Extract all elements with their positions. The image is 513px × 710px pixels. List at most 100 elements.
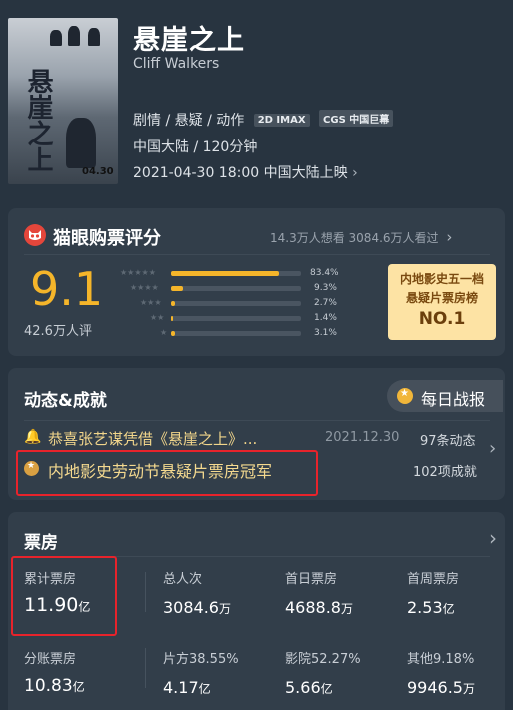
medal-icon: ★ bbox=[397, 388, 413, 404]
rating-bar-1 bbox=[171, 331, 301, 336]
rating-raters: 42.6万人评 bbox=[24, 324, 92, 339]
achievement-row[interactable]: ★ 内地影史劳动节悬疑片票房冠军 102项成就 bbox=[24, 458, 489, 481]
news-text: 恭喜张艺谋凭借《悬崖之上》... bbox=[48, 430, 258, 448]
stat-unit: 万 bbox=[218, 602, 231, 616]
stat-value-split-boxoffice: 10.83亿 bbox=[24, 676, 85, 696]
rating-pct-3: 2.7% bbox=[314, 298, 337, 308]
achievement-count: 102项成就 bbox=[413, 465, 477, 480]
divider bbox=[24, 254, 490, 255]
five-star-icon: ★★★★★ bbox=[120, 268, 156, 277]
rating-pct-5: 83.4% bbox=[310, 268, 339, 278]
rating-bar-2 bbox=[171, 316, 301, 321]
stat-number: 3084.6 bbox=[163, 598, 219, 617]
movie-region-duration: 中国大陆 / 120分钟 bbox=[133, 139, 258, 155]
movie-release: 2021-04-30 18:00 中国大陆上映 bbox=[133, 165, 348, 181]
bell-icon: 🔔 bbox=[24, 429, 42, 445]
rating-header: 猫眼购票评分 bbox=[53, 228, 161, 249]
rating-bar-fill bbox=[171, 271, 280, 276]
movie-poster[interactable]: 悬崖之上 04.30 bbox=[8, 18, 118, 184]
rating-bar-fill bbox=[171, 286, 184, 291]
poster-date: 04.30 bbox=[82, 166, 114, 177]
stat-value-other-share: 9946.5万 bbox=[407, 678, 475, 697]
boxoffice-header: 票房 bbox=[24, 533, 58, 553]
rating-bar-5 bbox=[171, 271, 301, 276]
rank-value: NO.1 bbox=[418, 309, 466, 329]
stat-value-first-week: 2.53亿 bbox=[407, 598, 455, 617]
chevron-right-icon: › bbox=[446, 228, 453, 246]
rating-pct-4: 9.3% bbox=[314, 283, 337, 293]
three-star-icon: ★★★ bbox=[140, 298, 162, 307]
dynamics-header: 动态&成就 bbox=[24, 391, 107, 411]
stat-number: 9946.5 bbox=[407, 678, 463, 697]
stat-unit: 万 bbox=[462, 682, 475, 696]
column-divider bbox=[145, 572, 146, 612]
stat-label-total-boxoffice: 累计票房 bbox=[24, 572, 77, 587]
news-row[interactable]: 🔔 恭喜张艺谋凭借《悬崖之上》... 2021.12.30 97条动态 bbox=[24, 428, 489, 449]
stat-number: 4.17 bbox=[163, 678, 199, 697]
stat-label-cinema-share: 影院52.27% bbox=[285, 652, 361, 667]
stat-number: 10.83 bbox=[24, 676, 73, 696]
stat-label-split-boxoffice: 分账票房 bbox=[24, 652, 77, 667]
stat-unit: 亿 bbox=[72, 680, 85, 694]
poster-figure bbox=[50, 30, 62, 46]
stat-label-first-week: 首周票房 bbox=[407, 572, 460, 587]
movie-genres-row: 剧情 / 悬疑 / 动作 2D IMAX CGS 中国巨幕 bbox=[133, 110, 394, 130]
ranking-badge[interactable]: 内地影史五一档 悬疑片票房榜 NO.1 bbox=[388, 264, 496, 340]
poster-figure bbox=[66, 118, 96, 168]
stat-number: 11.90 bbox=[24, 594, 79, 616]
news-count: 97条动态 bbox=[420, 434, 476, 449]
chevron-right-icon[interactable]: › bbox=[489, 438, 496, 459]
stat-number: 4688.8 bbox=[285, 598, 341, 617]
stat-unit: 亿 bbox=[78, 600, 91, 614]
four-star-icon: ★★★★ bbox=[130, 283, 159, 292]
stat-value-total-boxoffice: 11.90亿 bbox=[24, 594, 90, 616]
stat-label-producer-share: 片方38.55% bbox=[163, 652, 239, 667]
want-watched-stats: 14.3万人想看 3084.6万人看过 bbox=[270, 231, 439, 245]
poster-figure bbox=[68, 26, 80, 46]
movie-english-title: Cliff Walkers bbox=[133, 56, 220, 72]
movie-genres: 剧情 / 悬疑 / 动作 bbox=[133, 113, 245, 129]
two-star-icon: ★★ bbox=[150, 313, 165, 322]
stat-value-cinema-share: 5.66亿 bbox=[285, 678, 333, 697]
divider bbox=[24, 420, 490, 421]
rating-pct-2: 1.4% bbox=[314, 313, 337, 323]
rating-bar-fill bbox=[171, 301, 175, 306]
rating-bar-fill bbox=[171, 316, 173, 321]
daily-report-label: 每日战报 bbox=[421, 390, 486, 409]
format-badge-imax: 2D IMAX bbox=[253, 114, 310, 127]
format-badge-cgs: CGS 中国巨幕 bbox=[319, 110, 394, 127]
rating-pct-1: 3.1% bbox=[314, 328, 337, 338]
rating-bar-4 bbox=[171, 286, 301, 291]
rating-bar-3 bbox=[171, 301, 301, 306]
stat-label-other-share: 其他9.18% bbox=[407, 652, 475, 667]
rating-score: 9.1 bbox=[30, 262, 104, 316]
rating-bar-fill bbox=[171, 331, 176, 336]
rank-line-1: 内地影史五一档 bbox=[399, 272, 484, 286]
achievement-text: 内地影史劳动节悬疑片票房冠军 bbox=[48, 462, 273, 481]
poster-title: 悬崖之上 bbox=[23, 68, 53, 172]
medal-icon: ★ bbox=[24, 461, 39, 476]
stat-unit: 亿 bbox=[442, 602, 455, 616]
stat-unit: 万 bbox=[340, 602, 353, 616]
maoyan-cat-logo-icon bbox=[24, 224, 46, 246]
chevron-right-icon: › bbox=[352, 165, 358, 181]
stat-number: 2.53 bbox=[407, 598, 443, 617]
news-date: 2021.12.30 bbox=[325, 430, 400, 445]
stat-value-admissions: 3084.6万 bbox=[163, 598, 231, 617]
movie-title: 悬崖之上 bbox=[133, 25, 245, 56]
stat-label-first-day: 首日票房 bbox=[285, 572, 338, 587]
stat-value-producer-share: 4.17亿 bbox=[163, 678, 211, 697]
want-watched-row[interactable]: 14.3万人想看 3084.6万人看过 › bbox=[270, 228, 452, 246]
stat-number: 5.66 bbox=[285, 678, 321, 697]
stat-unit: 亿 bbox=[320, 682, 333, 696]
stat-label-admissions: 总人次 bbox=[163, 572, 203, 587]
daily-report-button[interactable]: ★ 每日战报 bbox=[387, 380, 503, 412]
column-divider bbox=[145, 648, 146, 688]
poster-figure bbox=[88, 28, 100, 46]
chevron-right-icon[interactable]: › bbox=[489, 526, 497, 550]
stat-unit: 亿 bbox=[198, 682, 211, 696]
movie-release-row[interactable]: 2021-04-30 18:00 中国大陆上映 › bbox=[133, 162, 358, 182]
rank-line-2: 悬疑片票房榜 bbox=[405, 291, 478, 305]
stat-value-first-day: 4688.8万 bbox=[285, 598, 353, 617]
one-star-icon: ★ bbox=[160, 328, 168, 337]
